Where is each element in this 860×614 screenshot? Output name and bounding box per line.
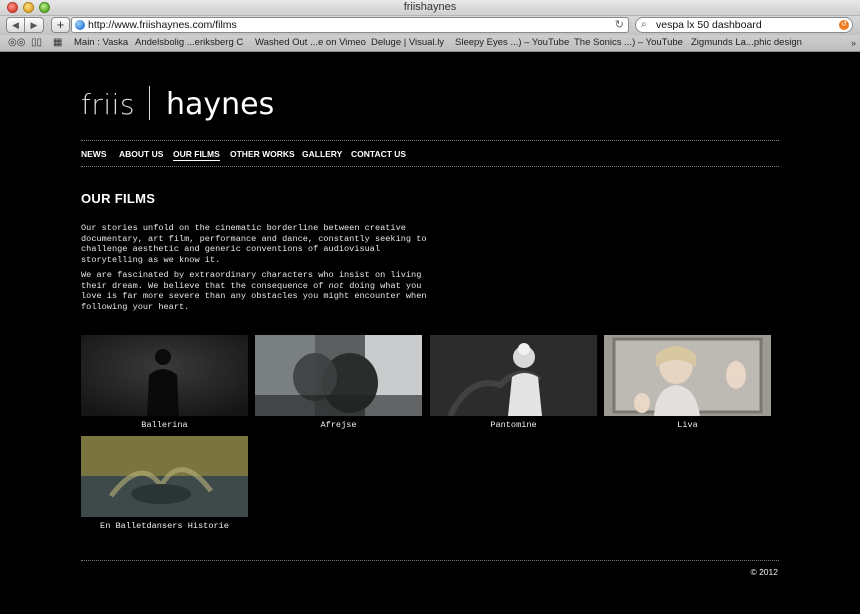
- more-bookmarks-icon[interactable]: »: [851, 37, 856, 49]
- plus-icon: +: [56, 17, 65, 32]
- bookmark-item[interactable]: Zigmunds La...phic design: [691, 37, 802, 49]
- intro-emphasis: not: [328, 280, 345, 291]
- bookmark-item[interactable]: Andelsbolig ...eriksberg C: [135, 37, 243, 49]
- browser-toolbar: ◀ ▶ + http://www.friishaynes.com/films ↻…: [0, 16, 860, 35]
- search-query[interactable]: vespa lx 50 dashboard: [656, 19, 762, 32]
- nav-other-works[interactable]: OTHER WORKS: [230, 148, 295, 160]
- film-thumbnail[interactable]: [430, 335, 597, 416]
- film-thumbnail[interactable]: [255, 335, 422, 416]
- film-card-ballerina[interactable]: Ballerina: [81, 335, 248, 431]
- back-button[interactable]: ◀: [6, 17, 25, 33]
- film-thumbnail[interactable]: [604, 335, 771, 416]
- header-top-divider: [81, 140, 779, 141]
- nav-contact-us[interactable]: CONTACT US: [351, 148, 406, 160]
- film-thumbnail[interactable]: [81, 436, 248, 517]
- logo-friis: friis: [81, 88, 136, 121]
- search-icon: ⌕: [641, 19, 647, 30]
- bookmark-item[interactable]: Sleepy Eyes ...) – YouTube: [455, 37, 569, 49]
- film-thumbnail[interactable]: [81, 335, 248, 416]
- nav-gallery[interactable]: GALLERY: [302, 148, 342, 160]
- open-book-icon[interactable]: ▯▯: [31, 37, 42, 49]
- film-title[interactable]: Ballerina: [81, 420, 248, 431]
- address-bar[interactable]: http://www.friishaynes.com/films ↻: [71, 17, 629, 33]
- forward-arrow-icon: ▶: [30, 20, 38, 30]
- reading-glasses-icon[interactable]: ◎◎: [8, 37, 25, 49]
- film-card-afrejse[interactable]: Afrejse: [255, 335, 422, 431]
- bookmark-item[interactable]: Washed Out ...e on Vimeo: [255, 37, 366, 49]
- globe-icon: [75, 20, 85, 30]
- nav-about-us[interactable]: ABOUT US: [119, 148, 163, 160]
- forward-button[interactable]: ▶: [25, 17, 44, 33]
- film-title[interactable]: En Balletdansers Historie: [81, 521, 248, 532]
- nav-news[interactable]: NEWS: [81, 148, 107, 160]
- top-sites-grid-icon[interactable]: ▦: [53, 37, 62, 49]
- site-logo[interactable]: friis haynes: [81, 86, 274, 127]
- film-card-pantomine[interactable]: Pantomine: [430, 335, 597, 431]
- logo-haynes: haynes: [166, 87, 275, 122]
- add-bookmark-button[interactable]: +: [51, 17, 70, 33]
- url-text[interactable]: http://www.friishaynes.com/films: [88, 19, 237, 32]
- bookmark-item[interactable]: Deluge | Visual.ly: [371, 37, 444, 49]
- nav-our-films[interactable]: OUR FILMS: [173, 148, 220, 161]
- search-field[interactable]: ⌕ vespa lx 50 dashboard ↺: [635, 17, 853, 33]
- nav-bottom-divider: [81, 166, 779, 167]
- film-title[interactable]: Liva: [604, 420, 771, 431]
- film-card-en-balletdansers-historie[interactable]: En Balletdansers Historie: [81, 436, 248, 532]
- window-titlebar: friishaynes: [0, 0, 860, 16]
- intro-paragraph-2: We are fascinated by extraordinary chara…: [81, 270, 431, 312]
- footer-divider: [81, 560, 779, 561]
- page-title: OUR FILMS: [81, 191, 156, 206]
- film-card-liva[interactable]: Liva: [604, 335, 771, 431]
- reload-icon[interactable]: ↻: [615, 18, 624, 32]
- logo-divider: [149, 86, 151, 120]
- bookmark-item[interactable]: The Sonics ...) – YouTube: [574, 37, 683, 49]
- back-arrow-icon: ◀: [12, 20, 19, 30]
- search-snapback-icon[interactable]: ↺: [839, 20, 849, 30]
- bookmark-item[interactable]: Main : Vaska: [74, 37, 128, 49]
- intro-paragraph-1: Our stories unfold on the cinematic bord…: [81, 223, 427, 265]
- copyright-notice: © 2012: [750, 567, 778, 577]
- film-title[interactable]: Afrejse: [255, 420, 422, 431]
- bookmarks-bar: ◎◎ ▯▯ ▦ Main : Vaska Andelsbolig ...erik…: [0, 35, 860, 52]
- window-title: friishaynes: [403, 1, 457, 13]
- film-title[interactable]: Pantomine: [430, 420, 597, 431]
